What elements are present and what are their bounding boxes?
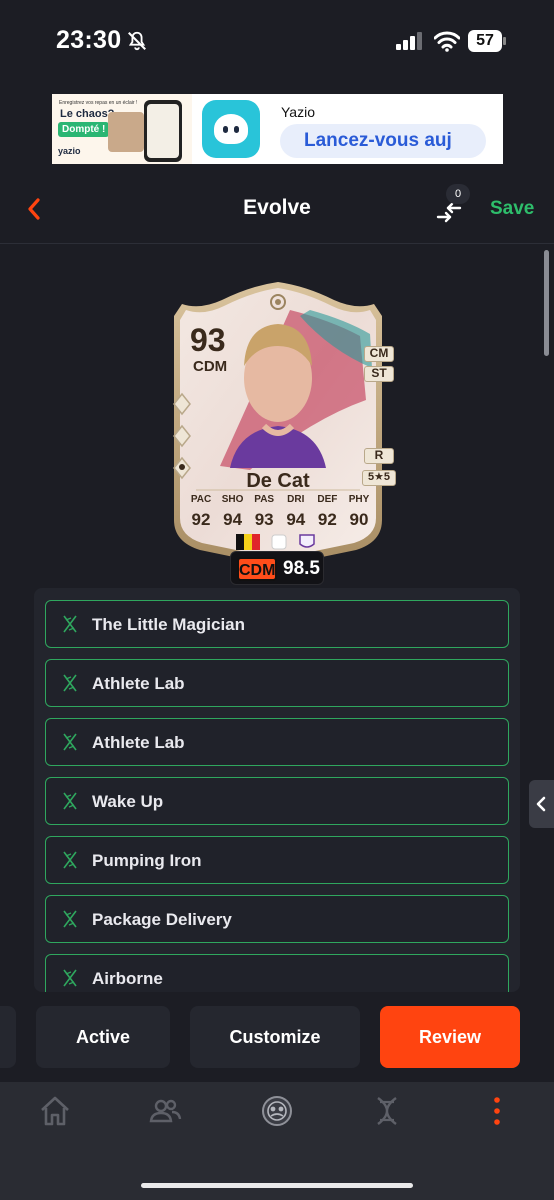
- ad-brand: yazio: [58, 146, 81, 156]
- customize-button[interactable]: Customize: [190, 1006, 360, 1068]
- ad-tagline: Enregistrez vos repas en un éclair !: [59, 100, 138, 106]
- evolution-item[interactable]: The Little Magician: [45, 600, 509, 648]
- ad-app-name: Yazio: [281, 104, 315, 120]
- position-rating-pill: CDM 98.5: [230, 551, 324, 585]
- dna-icon: [63, 851, 77, 869]
- stat-label: DRI: [287, 494, 305, 505]
- chem-style-icons: [173, 392, 191, 480]
- belgium-flag-icon: [236, 534, 260, 550]
- evolution-label: Wake Up: [92, 792, 164, 811]
- stat-label: PAS: [254, 494, 275, 505]
- save-button[interactable]: Save: [490, 198, 534, 220]
- yazio-app-icon: [202, 100, 260, 158]
- dna-icon: [63, 615, 77, 633]
- evolution-item[interactable]: Pumping Iron: [45, 836, 509, 884]
- pill-position: CDM: [237, 557, 277, 581]
- compare-count-badge: 0: [446, 184, 470, 204]
- chevron-left-icon: [536, 796, 546, 812]
- action-overflow-button[interactable]: [0, 1006, 16, 1068]
- battery-indicator: 57: [468, 30, 506, 52]
- club-icon[interactable]: [260, 1094, 294, 1128]
- page-title: Evolve: [243, 196, 311, 219]
- dna-icon: [63, 969, 77, 987]
- dna-icon: [63, 792, 77, 810]
- ad-phone-mockup: [144, 100, 182, 162]
- dna-icon: [63, 733, 77, 751]
- stat-label: PHY: [348, 494, 370, 505]
- friends-icon[interactable]: [148, 1094, 182, 1128]
- player-card[interactable]: 93 CDM CM ST R 5★5 De Cat PAC SHO PAS DR…: [160, 280, 396, 568]
- evolution-label: Airborne: [92, 969, 163, 988]
- evolution-item[interactable]: Athlete Lab: [45, 718, 509, 766]
- stat-values: 92 94 93 94 92 90: [186, 510, 374, 530]
- active-button[interactable]: Active: [36, 1006, 170, 1068]
- app-header: Evolve Save: [0, 176, 554, 244]
- evolution-label: Athlete Lab: [92, 674, 185, 693]
- stat-value: 94: [286, 510, 306, 529]
- ad-highlight: Dompté !: [58, 122, 110, 137]
- card-position: CDM: [193, 358, 228, 375]
- card-rating: 93: [190, 322, 226, 358]
- stat-value: 94: [223, 510, 243, 529]
- evolution-item[interactable]: Athlete Lab: [45, 659, 509, 707]
- stat-label: PAC: [190, 494, 212, 505]
- ad-photo: [108, 112, 144, 152]
- home-icon[interactable]: [38, 1094, 72, 1128]
- battery-level: 57: [468, 30, 502, 52]
- wifi-icon: [434, 31, 460, 52]
- dna-icon: [63, 674, 77, 692]
- status-bar: 23:30 57: [0, 0, 554, 84]
- club-crest-icon: [299, 534, 315, 548]
- ad-cta-button[interactable]: Lancez-vous auj: [280, 124, 486, 158]
- ad-creative: Enregistrez vos repas en un éclair ! Le …: [52, 94, 192, 164]
- evolution-label: Pumping Iron: [92, 851, 202, 870]
- silent-bell-icon: [128, 31, 146, 51]
- ad-banner[interactable]: Enregistrez vos repas en un éclair ! Le …: [52, 94, 503, 164]
- stat-value: 93: [254, 510, 274, 529]
- stat-value: 92: [317, 510, 337, 529]
- player-name: De Cat: [246, 470, 310, 492]
- stat-label: DEF: [317, 494, 338, 505]
- side-panel-toggle[interactable]: [529, 780, 554, 828]
- league-icon: [271, 534, 287, 550]
- pill-rating: 98.5: [283, 558, 320, 579]
- more-icon[interactable]: [480, 1094, 514, 1128]
- evolution-label: Package Delivery: [92, 910, 232, 929]
- preferred-foot: R: [364, 448, 394, 464]
- evolution-item[interactable]: Package Delivery: [45, 895, 509, 943]
- stat-value: 92: [191, 510, 211, 529]
- stat-value: 90: [349, 510, 369, 529]
- stat-labels: PAC SHO PAS DRI DEF PHY: [186, 494, 374, 505]
- nation-league-club-icons: [236, 534, 315, 550]
- status-time: 23:30: [56, 26, 122, 54]
- cell-signal-icon: [396, 32, 422, 50]
- evolution-label: The Little Magician: [92, 615, 246, 634]
- ad-headline: Le chaos?: [60, 108, 115, 120]
- scroll-indicator[interactable]: [544, 250, 549, 356]
- review-button[interactable]: Review: [380, 1006, 520, 1068]
- stat-label: SHO: [221, 494, 244, 505]
- evolution-label: Athlete Lab: [92, 733, 185, 752]
- home-indicator: [141, 1183, 413, 1188]
- evolve-screen: 23:30 57 Enregistrez vos repas en un écl…: [0, 0, 554, 1200]
- evolution-item[interactable]: Wake Up: [45, 777, 509, 825]
- alt-position-2: ST: [364, 366, 394, 382]
- dna-icon: [63, 910, 77, 928]
- alt-position-1: CM: [364, 346, 394, 362]
- dna-tab-icon[interactable]: [370, 1094, 404, 1128]
